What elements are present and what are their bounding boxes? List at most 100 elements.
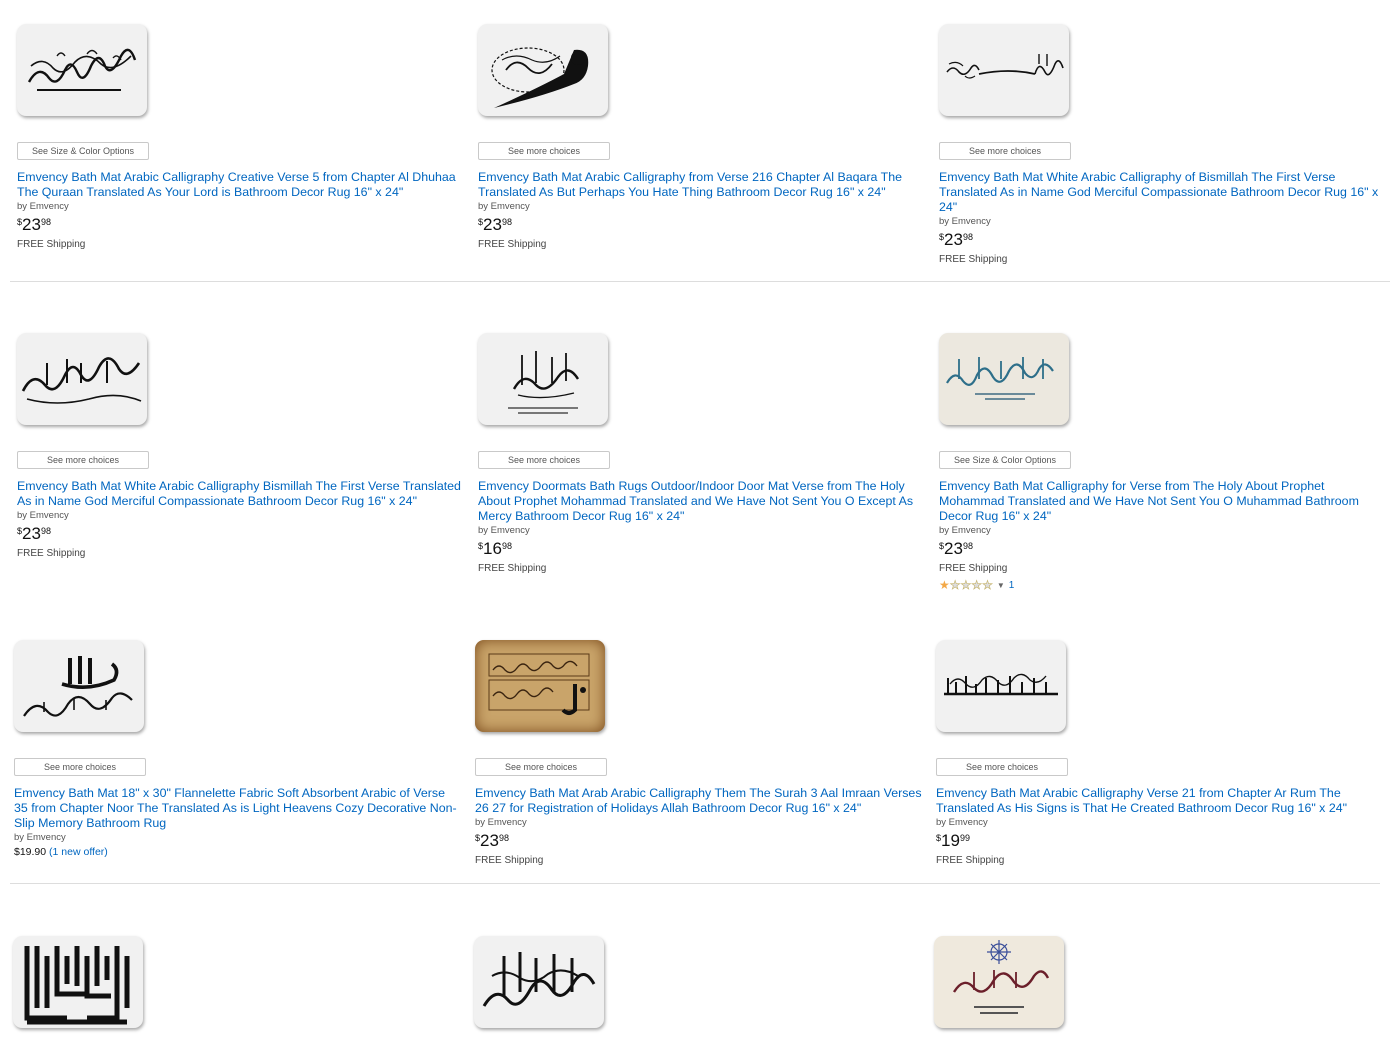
- product-title-link[interactable]: Emvency Bath Mat White Arabic Calligraph…: [17, 479, 465, 509]
- product-image[interactable]: [475, 640, 605, 732]
- product-card: See more choices Emvency Bath Mat White …: [939, 24, 1387, 265]
- star-empty-icon: ★: [971, 578, 983, 593]
- star-rating[interactable]: ★ ★ ★ ★ ★ ▼ 1: [939, 578, 1387, 593]
- product-card: See Size & Color Options Emvency Bath Ma…: [939, 333, 1387, 592]
- price-fraction: 99: [959, 833, 970, 843]
- price-currency: $: [939, 232, 945, 242]
- product-price: $19.90 (1 new offer): [14, 846, 462, 858]
- product-title-link[interactable]: Emvency Bath Mat Arabic Calligraphy Vers…: [936, 786, 1384, 816]
- product-image[interactable]: [17, 24, 147, 116]
- product-title-link[interactable]: Emvency Bath Mat Arabic Calligraphy Crea…: [17, 170, 465, 200]
- product-image[interactable]: [474, 936, 604, 1028]
- chevron-down-icon[interactable]: ▼: [997, 581, 1005, 590]
- product-card: See more choices Emvency Bath Mat Arabic…: [478, 24, 926, 250]
- product-image[interactable]: [13, 936, 143, 1028]
- see-options-button[interactable]: See more choices: [14, 758, 146, 776]
- shipping-label: FREE Shipping: [475, 855, 544, 866]
- product-price: $2398: [478, 215, 926, 235]
- product-image[interactable]: [478, 333, 608, 425]
- price-whole: 16: [483, 539, 502, 558]
- product-price: $2398: [475, 831, 923, 851]
- row-divider: [10, 883, 1380, 884]
- product-image[interactable]: [17, 333, 147, 425]
- product-image[interactable]: [939, 333, 1069, 425]
- product-price: $1698: [478, 539, 926, 559]
- product-card: See Size & Color Options Emvency Bath Ma…: [17, 24, 465, 250]
- star-empty-icon: ★: [960, 578, 972, 593]
- see-options-button[interactable]: See more choices: [478, 451, 610, 469]
- product-byline: by Emvency: [936, 817, 988, 828]
- product-card: See more choices Emvency Bath Mat Arab A…: [475, 640, 923, 866]
- product-price: $2398: [939, 539, 1387, 559]
- see-options-button[interactable]: See Size & Color Options: [17, 142, 149, 160]
- price-fraction: 98: [498, 833, 509, 843]
- price-whole: 23: [944, 539, 963, 558]
- product-byline: by Emvency: [14, 832, 66, 843]
- star-full-icon: ★: [939, 578, 950, 592]
- star-empty-icon: ★: [982, 578, 993, 593]
- price-currency: $: [17, 217, 23, 227]
- product-card: [474, 936, 922, 1028]
- price-whole: 19: [941, 831, 960, 850]
- shipping-label: FREE Shipping: [17, 548, 86, 559]
- row-divider: [10, 281, 1390, 282]
- star-empty-icon: ★: [949, 578, 961, 593]
- product-price: $1999: [936, 831, 1384, 851]
- price-fraction: 98: [501, 541, 512, 551]
- see-options-button[interactable]: See more choices: [936, 758, 1068, 776]
- product-image[interactable]: [936, 640, 1066, 732]
- product-image[interactable]: [14, 640, 144, 732]
- price-whole: 23: [944, 230, 963, 249]
- see-options-button[interactable]: See more choices: [475, 758, 607, 776]
- see-options-button[interactable]: See more choices: [939, 142, 1071, 160]
- price-whole: 23: [483, 215, 502, 234]
- price-whole: 23: [480, 831, 499, 850]
- product-byline: by Emvency: [939, 216, 991, 227]
- product-card: See more choices Emvency Bath Mat 18" x …: [14, 640, 462, 858]
- see-options-button[interactable]: See more choices: [478, 142, 610, 160]
- price-whole: 23: [22, 524, 41, 543]
- product-byline: by Emvency: [17, 510, 69, 521]
- price-fraction: 98: [962, 541, 973, 551]
- product-byline: by Emvency: [475, 817, 527, 828]
- product-card: See more choices Emvency Bath Mat Arabic…: [936, 640, 1384, 866]
- price-currency: $: [478, 217, 484, 227]
- shipping-label: FREE Shipping: [478, 239, 547, 250]
- price-fraction: 98: [40, 217, 51, 227]
- product-title-link[interactable]: Emvency Bath Mat Arabic Calligraphy from…: [478, 170, 926, 200]
- price-currency: $: [17, 526, 23, 536]
- product-card: See more choices Emvency Bath Mat White …: [17, 333, 465, 559]
- price-fraction: 98: [40, 526, 51, 536]
- new-offer-link[interactable]: (1 new offer): [49, 846, 108, 858]
- product-image[interactable]: [939, 24, 1069, 116]
- product-card: [934, 936, 1382, 1028]
- price-currency: $: [939, 541, 945, 551]
- product-price: $2398: [17, 524, 465, 544]
- product-title-link[interactable]: Emvency Bath Mat 18" x 30" Flannelette F…: [14, 786, 462, 831]
- product-title-link[interactable]: Emvency Doormats Bath Rugs Outdoor/Indoo…: [478, 479, 926, 524]
- product-price: $2398: [17, 215, 465, 235]
- price-currency: $: [936, 833, 942, 843]
- product-image[interactable]: [478, 24, 608, 116]
- price-fraction: 98: [962, 232, 973, 242]
- product-title-link[interactable]: Emvency Bath Mat White Arabic Calligraph…: [939, 170, 1387, 215]
- product-byline: by Emvency: [939, 525, 991, 536]
- product-byline: by Emvency: [17, 201, 69, 212]
- shipping-label: FREE Shipping: [17, 239, 86, 250]
- product-card: See more choices Emvency Doormats Bath R…: [478, 333, 926, 574]
- see-options-button[interactable]: See more choices: [17, 451, 149, 469]
- product-byline: by Emvency: [478, 525, 530, 536]
- price-fraction: 98: [501, 217, 512, 227]
- product-byline: by Emvency: [478, 201, 530, 212]
- shipping-label: FREE Shipping: [478, 563, 547, 574]
- product-card: [13, 936, 461, 1028]
- review-count-link[interactable]: 1: [1009, 580, 1015, 591]
- see-options-button[interactable]: See Size & Color Options: [939, 451, 1071, 469]
- product-title-link[interactable]: Emvency Bath Mat Calligraphy for Verse f…: [939, 479, 1387, 524]
- shipping-label: FREE Shipping: [939, 254, 1008, 265]
- shipping-label: FREE Shipping: [936, 855, 1005, 866]
- price-value: $19.90: [14, 846, 47, 858]
- product-image[interactable]: [934, 936, 1064, 1028]
- product-title-link[interactable]: Emvency Bath Mat Arab Arabic Calligraphy…: [475, 786, 923, 816]
- price-currency: $: [475, 833, 481, 843]
